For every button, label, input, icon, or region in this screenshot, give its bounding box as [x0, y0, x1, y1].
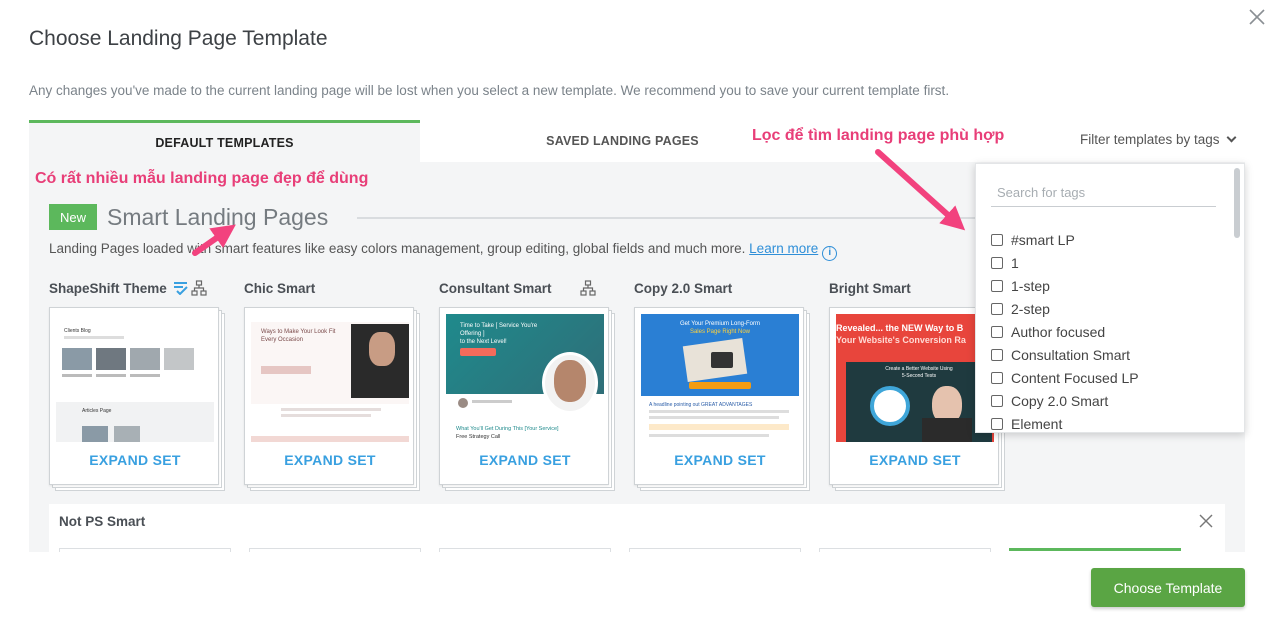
expand-set-button[interactable]: EXPAND SET	[440, 452, 610, 468]
annotation-right: Lọc để tìm landing page phù hợp	[752, 127, 1005, 144]
learn-more-link[interactable]: Learn more	[749, 241, 818, 256]
thumb-heading: Time to Take [ Service You're Offering ]…	[460, 323, 538, 345]
checkbox[interactable]	[991, 371, 1003, 384]
thumb-text: What You'll Get During This [Your Servic…	[456, 426, 559, 432]
tag-list: #smart LP 1 1-step 2-step Author focused…	[991, 228, 1139, 432]
tag-option[interactable]: 2-step	[991, 297, 1139, 320]
tag-option[interactable]: #smart LP	[991, 228, 1139, 251]
template-card-preview[interactable]	[59, 548, 231, 552]
card-title-text: Copy 2.0 Smart	[634, 280, 733, 296]
tab-default-templates[interactable]: DEFAULT TEMPLATES	[29, 120, 420, 162]
filter-tags-label: Filter templates by tags	[1080, 132, 1220, 147]
card-title-text: Bright Smart	[829, 280, 911, 296]
card-title: Copy 2.0 Smart	[634, 277, 814, 299]
expand-set-button[interactable]: EXPAND SET	[245, 452, 415, 468]
new-badge: New	[49, 204, 97, 230]
thumb-text: Free Strategy Call	[456, 434, 501, 440]
checklist-icon	[173, 282, 188, 295]
tag-option[interactable]: Author focused	[991, 320, 1139, 343]
card-title: Consultant Smart	[439, 277, 619, 299]
thumb-text: A headline pointing out GREAT ADVANTAGES	[649, 402, 753, 408]
chevron-down-icon	[1226, 132, 1237, 143]
tag-search-input[interactable]	[991, 179, 1216, 207]
expand-set-button[interactable]: EXPAND SET	[50, 452, 220, 468]
thumb-subheading: Articles Page	[82, 408, 112, 414]
expand-set-button[interactable]: EXPAND SET	[635, 452, 805, 468]
template-stack[interactable]: Time to Take [ Service You're Offering ]…	[439, 307, 615, 491]
template-card: Chic Smart Ways to Make Your Look Fit Eve…	[244, 277, 424, 491]
thumb-heading: Ways to Make Your Look Fit Every Occasion	[261, 329, 336, 343]
template-stack[interactable]: Clients Blog Articles Page EXPAND SET	[49, 307, 225, 491]
thumb-heading: Get Your Premium Long-Form Sales Page Rig…	[679, 321, 761, 335]
template-card: Copy 2.0 Smart Get Your Premium Long-For…	[634, 277, 814, 491]
checkbox[interactable]	[991, 325, 1003, 338]
checkbox[interactable]	[991, 394, 1003, 407]
sitemap-icon	[579, 280, 596, 296]
checkbox[interactable]	[991, 348, 1003, 361]
tag-option[interactable]: Consultation Smart	[991, 343, 1139, 366]
card-title: Chic Smart	[244, 277, 424, 299]
filter-tags-toggle[interactable]: Filter templates by tags	[1080, 132, 1237, 147]
thumb-heading: Clients Blog	[64, 328, 91, 334]
checkbox[interactable]	[991, 417, 1003, 430]
warning-text: Any changes you've made to the current l…	[29, 83, 950, 98]
template-thumbnail: Time to Take [ Service You're Offering ]…	[446, 314, 604, 442]
template-stack[interactable]: Ways to Make Your Look Fit Every Occasion…	[244, 307, 420, 491]
expand-set-button[interactable]: EXPAND SET	[830, 452, 1000, 468]
set-title: Smart Landing Pages	[107, 204, 329, 230]
scrollbar[interactable]	[1234, 168, 1240, 238]
template-card-preview[interactable]	[819, 548, 991, 552]
template-card-preview[interactable]	[1009, 548, 1181, 552]
thumb-heading: Revealed... the NEW Way to B Your Website…	[836, 323, 966, 345]
sitemap-icon	[191, 280, 207, 296]
template-card-preview[interactable]	[249, 548, 421, 552]
template-stack[interactable]: Get Your Premium Long-Form Sales Page Rig…	[634, 307, 810, 491]
set-title: Not PS Smart	[59, 514, 146, 529]
template-card: ShapeShift Theme Clients Blog Articles P…	[49, 277, 229, 491]
tag-filter-dropdown: #smart LP 1 1-step 2-step Author focused…	[975, 163, 1245, 433]
template-thumbnail: Ways to Make Your Look Fit Every Occasion	[251, 314, 409, 442]
template-set-not-ps-smart: Not PS Smart	[49, 504, 1225, 552]
tag-option[interactable]: 1-step	[991, 274, 1139, 297]
checkbox[interactable]	[991, 233, 1003, 246]
card-title-text: Consultant Smart	[439, 280, 552, 296]
template-thumbnail: Clients Blog Articles Page	[56, 314, 214, 442]
modal-title: Choose Landing Page Template	[29, 27, 328, 50]
template-card: Consultant Smart Time to Take [ Service …	[439, 277, 619, 491]
tag-option[interactable]: Content Focused LP	[991, 366, 1139, 389]
template-card-preview[interactable]	[629, 548, 801, 552]
tag-option[interactable]: Copy 2.0 Smart	[991, 389, 1139, 412]
checkbox[interactable]	[991, 256, 1003, 269]
set-description-text: Landing Pages loaded with smart features…	[49, 241, 746, 256]
thumb-text: Create a Better Website Using 5-Second Te…	[885, 366, 953, 379]
card-title-text: Chic Smart	[244, 280, 316, 296]
divider	[357, 217, 1037, 219]
checkbox[interactable]	[991, 279, 1003, 292]
checkbox[interactable]	[991, 302, 1003, 315]
template-thumbnail: Get Your Premium Long-Form Sales Page Rig…	[641, 314, 799, 442]
choose-template-button[interactable]: Choose Template	[1091, 568, 1245, 607]
card-title-text: ShapeShift Theme	[49, 280, 167, 296]
tag-option[interactable]: 1	[991, 251, 1139, 274]
set-description: Landing Pages loaded with smart features…	[49, 241, 838, 261]
template-card-preview[interactable]	[439, 548, 611, 552]
template-thumbnail: Revealed... the NEW Way to B Your Website…	[836, 314, 994, 442]
card-title: ShapeShift Theme	[49, 277, 229, 299]
close-icon[interactable]	[1246, 6, 1268, 28]
tag-option[interactable]: Element	[991, 412, 1139, 432]
annotation-left: Có rất nhiều mẫu landing page đẹp để dùn…	[35, 170, 369, 187]
close-icon[interactable]	[1199, 514, 1213, 528]
info-icon[interactable]: i	[822, 246, 838, 261]
